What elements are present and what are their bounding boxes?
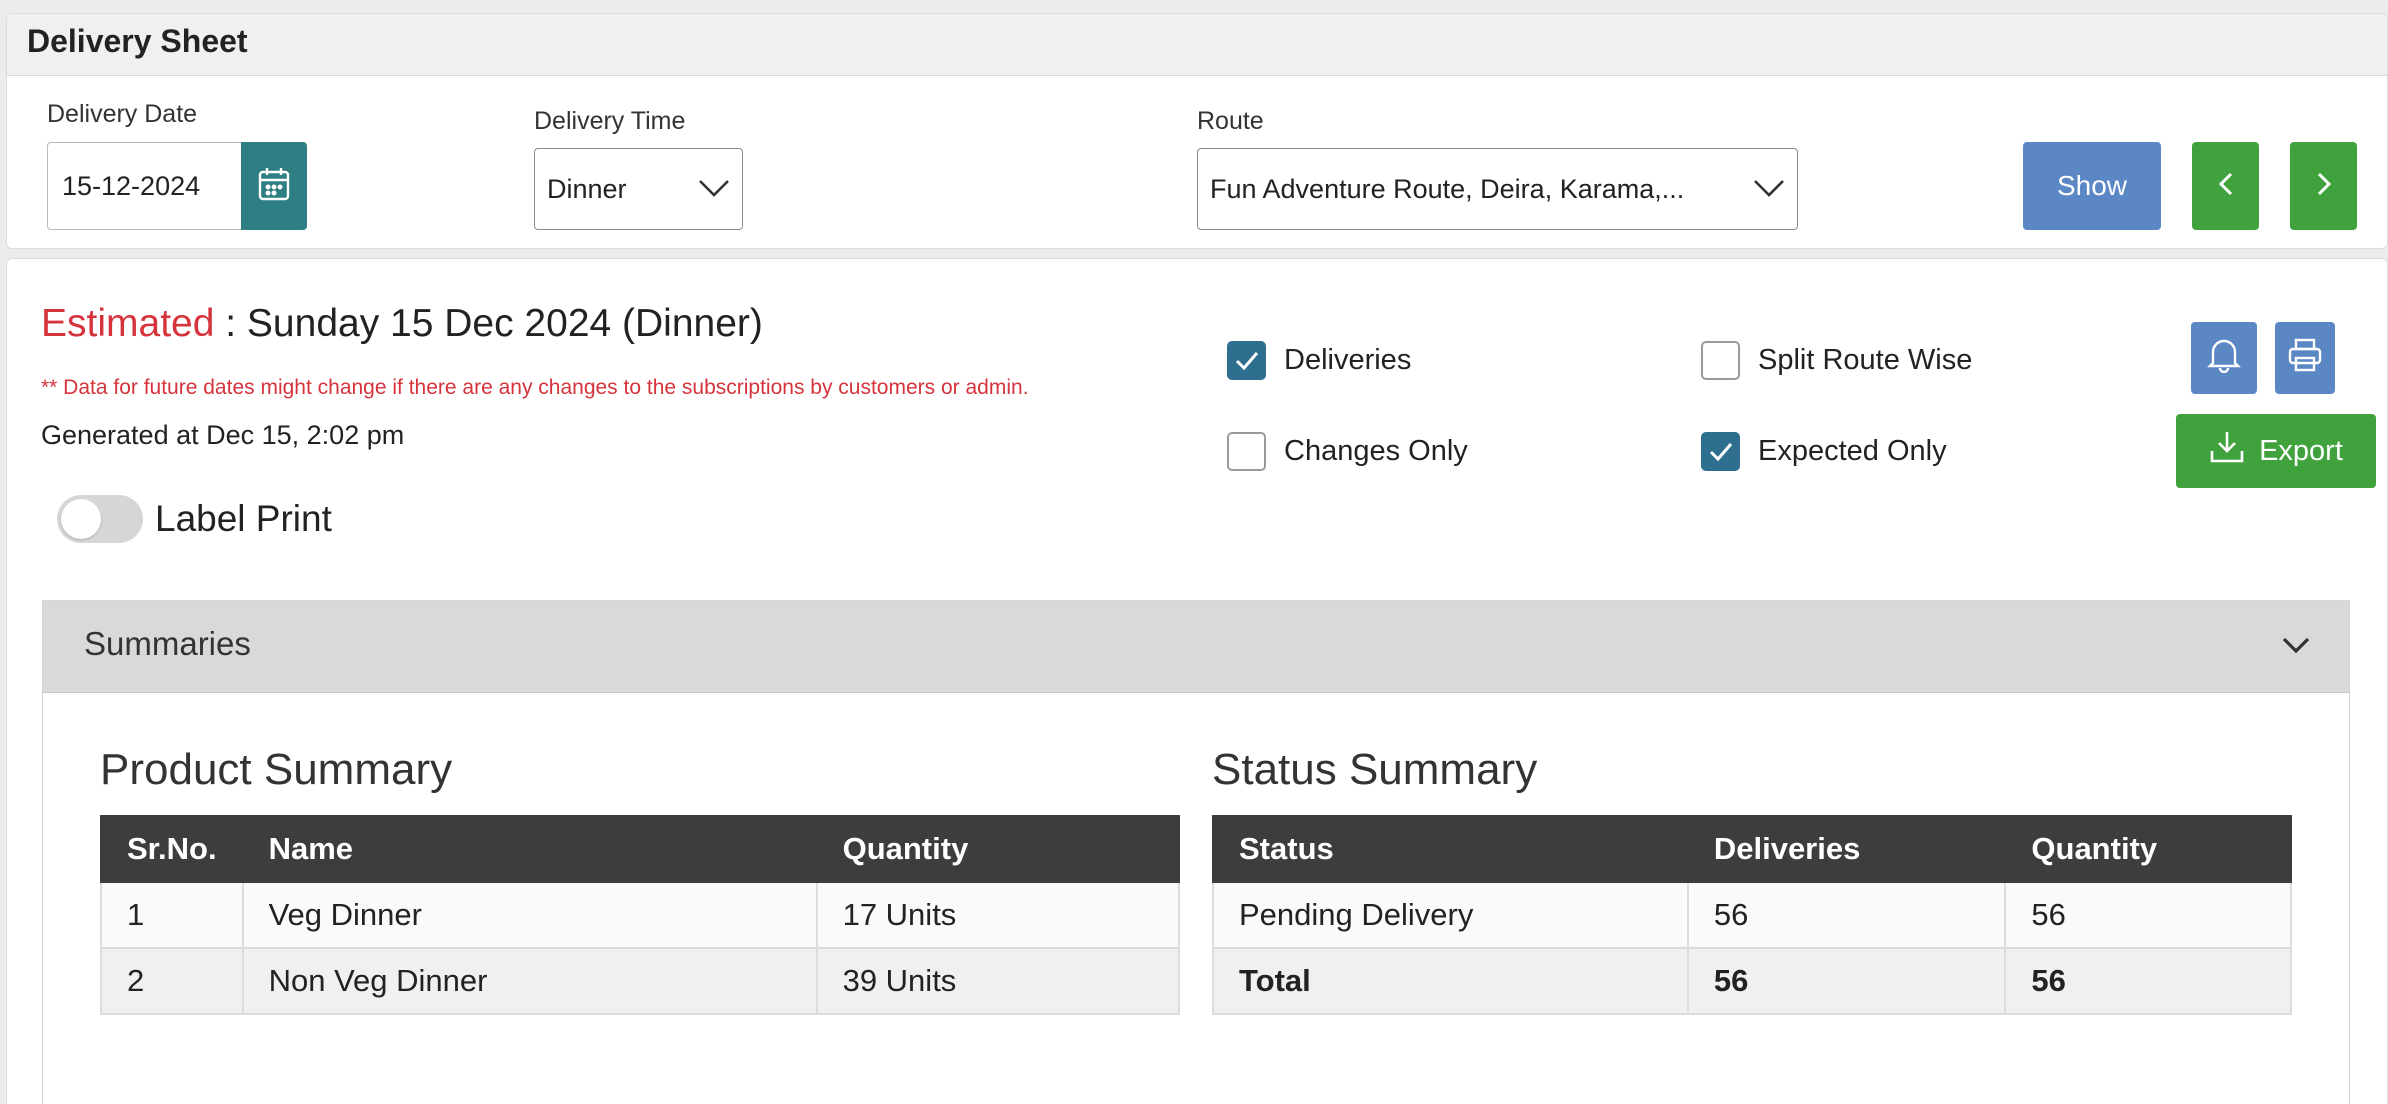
route-label: Route (1197, 107, 1264, 135)
estimated-word: Estimated (41, 302, 215, 345)
product-name-cell: Veg Dinner (241, 881, 818, 949)
route-select[interactable]: Fun Adventure Route, Deira, Karama,... (1197, 148, 1798, 230)
previous-day-button[interactable] (2192, 142, 2259, 230)
estimated-heading: Estimated : Sunday 15 Dec 2024 (Dinner) (41, 302, 763, 346)
split-route-wise-option[interactable]: Split Route Wise (1701, 341, 1972, 380)
changes-only-label: Changes Only (1284, 435, 1468, 467)
status-summary-table: Status Deliveries Quantity Pending Deliv… (1212, 815, 2292, 1015)
export-label: Export (2259, 434, 2343, 467)
bell-icon (2207, 337, 2241, 380)
delivery-date-value: 15-12-2024 (62, 170, 201, 201)
changes-only-option[interactable]: Changes Only (1227, 432, 1468, 471)
show-button[interactable]: Show (2023, 142, 2161, 230)
toggle-knob (61, 499, 101, 539)
panel-header: Delivery Sheet (7, 14, 2387, 76)
chevron-down-icon (2281, 635, 2311, 660)
column-header: Name (241, 815, 818, 883)
column-header: Quantity (2004, 815, 2292, 883)
delivery-date-input[interactable]: 15-12-2024 (47, 142, 243, 230)
column-header: Quantity (815, 815, 1181, 883)
split-route-wise-checkbox[interactable] (1701, 341, 1740, 380)
generated-timestamp: Generated at Dec 15, 2:02 pm (41, 420, 405, 450)
printer-icon (2287, 337, 2323, 380)
column-header: Deliveries (1686, 815, 2007, 883)
table-row: 2 Non Veg Dinner 39 Units (100, 947, 1181, 1015)
sr-no-cell: 1 (100, 881, 244, 949)
download-icon (2209, 429, 2245, 473)
notify-button[interactable] (2191, 322, 2257, 394)
product-summary-table: Sr.No. Name Quantity 1 Veg Dinner 17 Uni… (100, 815, 1181, 1015)
quantity-cell: 56 (2004, 947, 2292, 1015)
print-button[interactable] (2275, 322, 2335, 394)
product-summary-title: Product Summary (100, 745, 453, 794)
expected-only-checkbox[interactable] (1701, 432, 1740, 471)
estimated-date: Sunday 15 Dec 2024 (Dinner) (246, 302, 763, 345)
chevron-down-icon (1753, 174, 1785, 205)
deliveries-option[interactable]: Deliveries (1227, 341, 1411, 380)
table-row: Pending Delivery 56 56 (1212, 881, 2292, 949)
status-cell: Pending Delivery (1212, 881, 1689, 949)
estimated-separator: : (214, 302, 247, 345)
page-title: Delivery Sheet (27, 23, 248, 59)
delivery-date-label: Delivery Date (47, 100, 198, 128)
next-day-button[interactable] (2290, 142, 2357, 230)
sr-no-cell: 2 (100, 947, 244, 1015)
status-cell: Total (1212, 947, 1689, 1015)
delivery-time-label: Delivery Time (534, 107, 686, 135)
check-icon (1709, 442, 1732, 461)
calendar-icon (258, 167, 290, 206)
delivery-time-select[interactable]: Dinner (534, 148, 743, 230)
status-summary-title: Status Summary (1212, 745, 1538, 794)
split-route-wise-label: Split Route Wise (1758, 344, 1973, 376)
calendar-button[interactable] (241, 142, 307, 230)
label-print-label: Label Print (155, 498, 332, 539)
check-icon (1235, 351, 1258, 370)
label-print-toggle[interactable] (57, 495, 143, 543)
label-print-control[interactable]: Label Print (57, 495, 332, 543)
quantity-cell: 56 (2004, 881, 2292, 949)
changes-only-checkbox[interactable] (1227, 432, 1266, 471)
route-value: Fun Adventure Route, Deira, Karama,... (1210, 173, 1685, 204)
quantity-cell: 17 Units (815, 881, 1181, 949)
total-row: Total 56 56 (1212, 947, 2292, 1015)
expected-only-label: Expected Only (1758, 435, 1947, 467)
future-data-warning: ** Data for future dates might change if… (41, 376, 1029, 399)
delivery-time-value: Dinner (547, 173, 627, 204)
export-button[interactable]: Export (2176, 414, 2376, 488)
chevron-right-icon (2315, 170, 2333, 203)
deliveries-cell: 56 (1686, 947, 2007, 1015)
product-name-cell: Non Veg Dinner (241, 947, 818, 1015)
column-header: Status (1212, 815, 1689, 883)
expected-only-option[interactable]: Expected Only (1701, 432, 1947, 471)
table-header-row: Sr.No. Name Quantity (100, 815, 1181, 883)
deliveries-cell: 56 (1686, 881, 2007, 949)
table-row: 1 Veg Dinner 17 Units (100, 881, 1181, 949)
deliveries-checkbox[interactable] (1227, 341, 1266, 380)
quantity-cell: 39 Units (815, 947, 1181, 1015)
column-header: Sr.No. (100, 815, 244, 883)
summaries-header[interactable]: Summaries (43, 601, 2349, 693)
chevron-left-icon (2217, 170, 2235, 203)
table-header-row: Status Deliveries Quantity (1212, 815, 2292, 883)
chevron-down-icon (698, 174, 730, 205)
deliveries-label: Deliveries (1284, 344, 1412, 376)
summaries-title: Summaries (84, 625, 251, 662)
filter-panel: Delivery Sheet Delivery Date 15-12-2024 … (6, 13, 2388, 249)
